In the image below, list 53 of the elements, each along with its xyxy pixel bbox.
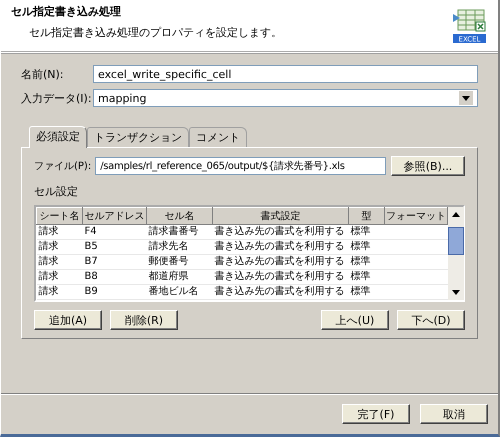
table-cell: 標準 xyxy=(348,240,384,254)
tab[interactable]: コメント xyxy=(189,127,247,147)
column-header[interactable]: フォーマット xyxy=(384,208,448,224)
caret-icon xyxy=(459,91,473,105)
move-button[interactable]: 上へ(U) xyxy=(321,310,389,330)
table-cell: 書き込み先の書式を利用する xyxy=(212,270,348,284)
table-cell: 郵便番号 xyxy=(146,254,212,270)
column-header[interactable]: シート名 xyxy=(36,208,82,224)
section-label: セル設定 xyxy=(34,184,79,199)
name-field[interactable]: excel_write_specific_cell xyxy=(93,65,478,83)
column-header[interactable]: 型 xyxy=(348,208,384,224)
dialog-button[interactable]: 取消 xyxy=(420,404,488,424)
table-cell: B5 xyxy=(82,240,146,254)
table-cell: 請求 xyxy=(36,270,82,284)
table-cell: 請求 xyxy=(36,284,82,300)
table-cell: 請求 xyxy=(36,240,82,254)
table-cell: B9 xyxy=(82,284,146,300)
table-cell: 書き込み先の書式を利用する xyxy=(212,240,348,254)
field-label: 名前(N): xyxy=(21,66,65,82)
table-cell: 請求 xyxy=(36,254,82,270)
tab[interactable]: 必須設定 xyxy=(29,126,87,148)
table-cell: 書き込み先の書式を利用する xyxy=(212,254,348,270)
table-cell: B7 xyxy=(82,254,146,270)
table-cell: 請求書番号 xyxy=(146,224,212,240)
table-action-button[interactable]: 削除(R) xyxy=(110,310,178,330)
table-cell: B8 xyxy=(82,270,146,284)
table-cell: 標準 xyxy=(348,224,384,240)
dialog-title: セル指定書き込み処理 xyxy=(11,4,122,19)
scrollbar[interactable] xyxy=(448,207,464,300)
file-path-field[interactable]: /samples/rl_reference_065/output/${請求先番号}.xls xyxy=(95,157,386,175)
field-label: 入力データ(I): xyxy=(21,90,93,106)
dialog-subtitle: セル指定書き込み処理のプロパティを設定します。 xyxy=(29,25,282,40)
column-header[interactable]: セルアドレス xyxy=(82,208,146,224)
table-cell: 番地ビル名 xyxy=(146,284,212,300)
table-cell: 書き込み先の書式を利用する xyxy=(212,224,348,240)
table-cell: 標準 xyxy=(348,254,384,270)
move-button[interactable]: 下へ(D) xyxy=(397,310,465,330)
table-cell: 請求先名 xyxy=(146,240,212,254)
table-cell: 書き込み先の書式を利用する xyxy=(212,284,348,300)
input-data-dropdown[interactable]: mapping xyxy=(93,89,478,107)
table-cell: 標準 xyxy=(348,270,384,284)
table-cell: 請求 xyxy=(36,224,82,240)
file-label: ファイル(P): xyxy=(34,160,92,173)
table-action-button[interactable]: 追加(A) xyxy=(34,310,102,330)
column-header[interactable]: セル名 xyxy=(146,208,212,224)
tab[interactable]: トランザクション xyxy=(87,127,189,147)
column-header[interactable]: 書式設定 xyxy=(212,208,348,224)
browse-button[interactable]: 参照(B)... xyxy=(391,156,465,176)
table-cell: 都道府県 xyxy=(146,270,212,284)
dialog-button[interactable]: 完了(F) xyxy=(342,404,410,424)
scroll-thumb[interactable] xyxy=(448,227,464,255)
table-cell: 標準 xyxy=(348,284,384,300)
table-cell: F4 xyxy=(82,224,146,240)
